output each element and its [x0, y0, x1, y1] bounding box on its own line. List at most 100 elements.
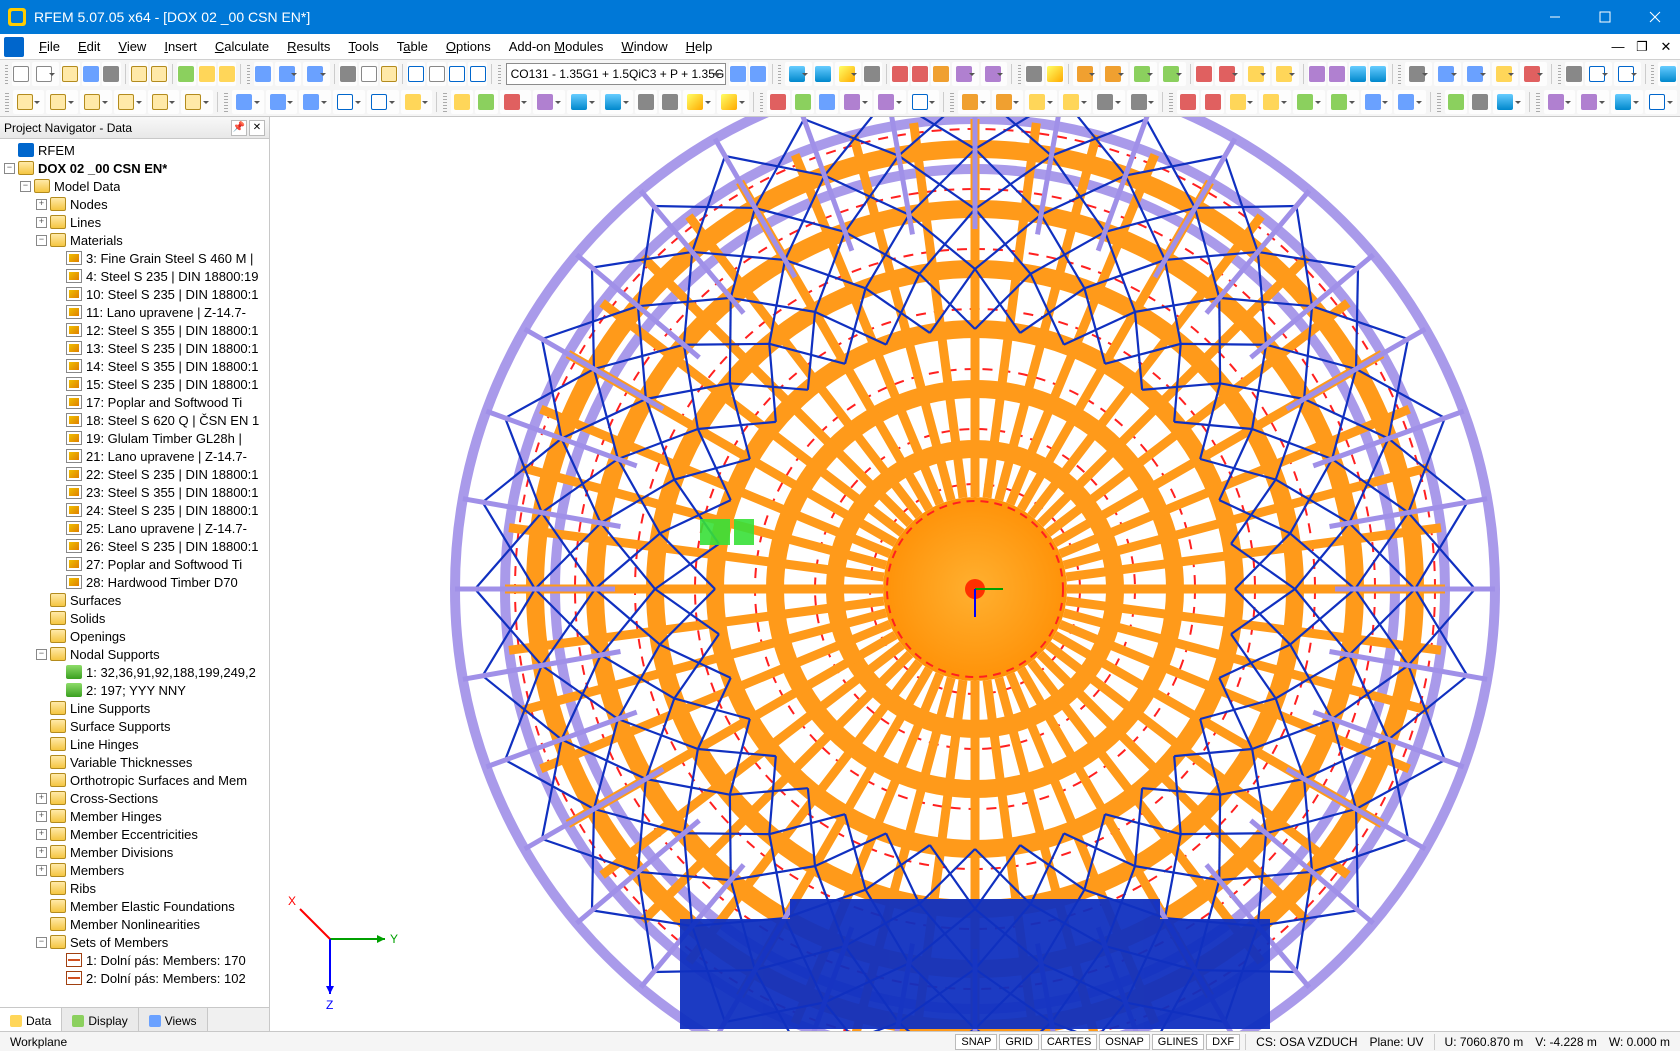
mirror-button[interactable] — [299, 90, 331, 114]
tree-material[interactable]: 27: Poplar and Softwood Ti — [0, 555, 269, 573]
status-glines-button[interactable]: GLINES — [1152, 1034, 1204, 1050]
tree-material[interactable]: 15: Steel S 235 | DIN 18800:1 — [0, 375, 269, 393]
measure-angle-button[interactable] — [1201, 90, 1223, 114]
tree-material[interactable]: 13: Steel S 235 | DIN 18800:1 — [0, 339, 269, 357]
toolbar-grip[interactable] — [5, 92, 9, 112]
animate-button[interactable] — [1327, 90, 1359, 114]
calc-button[interactable] — [1369, 62, 1387, 86]
support-button[interactable] — [1194, 62, 1212, 86]
tree-material[interactable]: 18: Steel S 620 Q | ČSN EN 1 — [0, 411, 269, 429]
expand-icon[interactable] — [52, 343, 63, 354]
filter-button[interactable] — [1445, 90, 1467, 114]
copy-button[interactable] — [359, 62, 377, 86]
menu-help[interactable]: Help — [677, 36, 722, 57]
tree-folder[interactable]: Surface Supports — [0, 717, 269, 735]
cs-axo-button[interactable] — [874, 90, 906, 114]
expand-icon[interactable]: − — [20, 181, 31, 192]
toolbar-grip[interactable] — [1169, 92, 1173, 112]
expand-icon[interactable] — [52, 325, 63, 336]
addon-modules-button[interactable] — [177, 62, 195, 86]
model-viewport[interactable]: Y Z X — [270, 117, 1680, 1031]
ws-7-button[interactable] — [635, 90, 657, 114]
app-menu-icon[interactable] — [4, 37, 24, 57]
expand-icon[interactable] — [52, 289, 63, 300]
tab-display[interactable]: Display — [62, 1008, 138, 1031]
stretch-button[interactable] — [367, 90, 399, 114]
obj-node-button[interactable] — [1544, 90, 1576, 114]
expand-icon[interactable]: + — [36, 199, 47, 210]
ortho-button[interactable] — [1059, 90, 1091, 114]
results-dir-button[interactable] — [981, 62, 1008, 86]
expand-icon[interactable] — [52, 955, 63, 966]
mdi-close-button[interactable]: ✕ — [1655, 38, 1677, 56]
ws-4-button[interactable] — [533, 90, 565, 114]
toolbar-grip[interactable] — [224, 92, 228, 112]
node-button[interactable] — [13, 90, 45, 114]
expand-icon[interactable] — [36, 721, 47, 732]
tree-project[interactable]: −DOX 02 _00 CSN EN* — [0, 159, 269, 177]
panel-pin-button[interactable]: 📌 — [231, 120, 247, 136]
tree-support[interactable]: 1: 32,36,91,92,188,199,249,2 — [0, 663, 269, 681]
toolbar-grip[interactable] — [443, 92, 447, 112]
menu-window[interactable]: Window — [612, 36, 676, 57]
expand-icon[interactable] — [36, 739, 47, 750]
undo-dropdown-button[interactable] — [275, 62, 302, 86]
hide-button[interactable] — [1565, 62, 1583, 86]
expand-icon[interactable]: + — [36, 217, 47, 228]
tree-folder[interactable]: Line Hinges — [0, 735, 269, 753]
tree-material[interactable]: 14: Steel S 355 | DIN 18800:1 — [0, 357, 269, 375]
tree-nodal-supports[interactable]: −Nodal Supports — [0, 645, 269, 663]
cs-iso-button[interactable] — [840, 90, 872, 114]
support-type-button[interactable] — [1215, 62, 1242, 86]
ws-6-button[interactable] — [601, 90, 633, 114]
tree-set[interactable]: 2: Dolní pás: Members: 102 — [0, 969, 269, 987]
expand-icon[interactable] — [52, 379, 63, 390]
tree-folder[interactable]: +Member Divisions — [0, 843, 269, 861]
expand-icon[interactable] — [52, 451, 63, 462]
plausibility-button[interactable] — [218, 62, 236, 86]
obj-opening-button[interactable] — [1645, 90, 1677, 114]
expand-icon[interactable] — [36, 613, 47, 624]
polar-button[interactable] — [1093, 90, 1125, 114]
tree-folder[interactable]: +Members — [0, 861, 269, 879]
chart-button[interactable] — [1293, 90, 1325, 114]
menu-file[interactable]: File — [30, 36, 69, 57]
tree-material[interactable]: 22: Steel S 235 | DIN 18800:1 — [0, 465, 269, 483]
block-manager-button[interactable] — [150, 62, 168, 86]
expand-icon[interactable]: + — [36, 793, 47, 804]
display-button[interactable] — [785, 62, 812, 86]
wireframe-button[interactable] — [863, 62, 881, 86]
expand-icon[interactable] — [36, 757, 47, 768]
expand-icon[interactable] — [36, 883, 47, 894]
expand-icon[interactable] — [52, 361, 63, 372]
group-button[interactable] — [1493, 90, 1525, 114]
scale-button[interactable] — [333, 90, 365, 114]
tree-support[interactable]: 2: 197; YYY NNY — [0, 681, 269, 699]
filter-clear-button[interactable] — [1469, 90, 1491, 114]
status-cartes-button[interactable]: CARTES — [1041, 1034, 1097, 1050]
ws-5-button[interactable] — [567, 90, 599, 114]
rotate-button[interactable] — [266, 90, 298, 114]
tree-folder[interactable]: Member Nonlinearities — [0, 915, 269, 933]
tree-folder[interactable]: +Member Hinges — [0, 807, 269, 825]
toolbar-grip[interactable] — [778, 64, 781, 84]
tree-material[interactable]: 25: Lano upravene | Z-14.7- — [0, 519, 269, 537]
redo-dropdown-button[interactable] — [303, 62, 330, 86]
expand-icon[interactable] — [36, 595, 47, 606]
expand-icon[interactable] — [52, 253, 63, 264]
tree-folder[interactable]: +Nodes — [0, 195, 269, 213]
expand-icon[interactable]: + — [36, 811, 47, 822]
tree-folder[interactable]: +Lines — [0, 213, 269, 231]
layer-button[interactable] — [1614, 62, 1641, 86]
tree-material[interactable]: 12: Steel S 355 | DIN 18800:1 — [0, 321, 269, 339]
divide-button[interactable] — [401, 90, 433, 114]
track-button[interactable] — [1127, 90, 1159, 114]
toolbar-grip[interactable] — [498, 64, 501, 84]
ws-10-button[interactable] — [717, 90, 749, 114]
tool-2[interactable] — [1046, 62, 1064, 86]
mdi-minimize-button[interactable]: — — [1607, 38, 1629, 56]
cs-plan-button[interactable] — [908, 90, 940, 114]
toolbar-grip[interactable] — [950, 92, 954, 112]
tab-data[interactable]: Data — [0, 1008, 62, 1031]
expand-icon[interactable] — [52, 271, 63, 282]
